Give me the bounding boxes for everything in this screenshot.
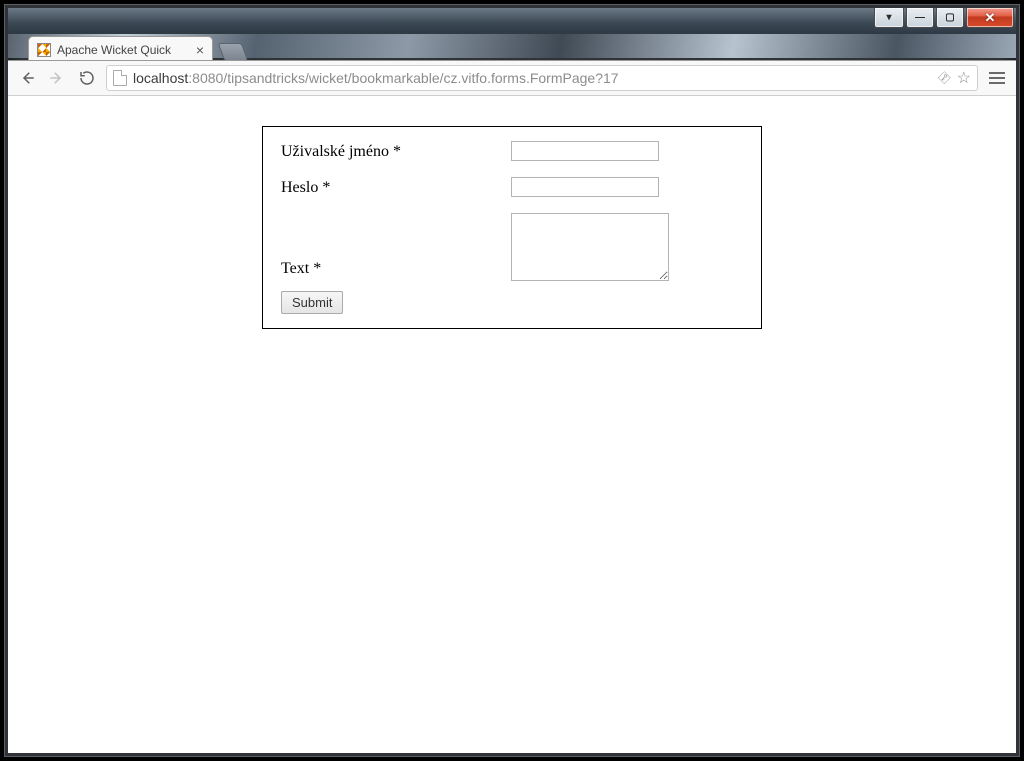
hamburger-icon: [989, 72, 1005, 74]
bookmark-star-icon[interactable]: ☆: [957, 68, 971, 88]
page-icon: [113, 70, 127, 86]
text-textarea[interactable]: [511, 213, 669, 281]
new-tab-button[interactable]: [218, 43, 249, 61]
window-gadget-button[interactable]: ▾: [874, 8, 904, 28]
window-minimize-button[interactable]: —: [906, 8, 934, 28]
saved-password-icon[interactable]: ⚿: [935, 69, 953, 87]
arrow-right-icon: [48, 69, 66, 87]
chrome-menu-button[interactable]: [986, 67, 1008, 89]
window-maximize-button[interactable]: ▢: [936, 8, 964, 28]
reload-icon: [78, 69, 96, 87]
url-path: :8080/tipsandtricks/wicket/bookmarkable/…: [188, 70, 618, 86]
nav-forward-button[interactable]: [46, 67, 68, 89]
tab-strip: Apache Wicket Quick ×: [8, 34, 1016, 62]
window-titlebar: ▾ — ▢ ✕: [8, 8, 1016, 34]
tab-title: Apache Wicket Quick: [57, 43, 190, 57]
username-label: Uživalské jméno *: [281, 141, 511, 161]
nav-reload-button[interactable]: [76, 67, 98, 89]
password-input[interactable]: [511, 177, 659, 197]
address-bar[interactable]: localhost:8080/tipsandtricks/wicket/book…: [106, 65, 978, 91]
gadget-icon: ▾: [886, 13, 891, 23]
close-icon: ✕: [985, 11, 996, 24]
favicon-icon: [37, 43, 51, 57]
page-viewport: Uživalské jméno * Heslo * Text * Submit: [8, 96, 1016, 753]
password-label: Heslo *: [281, 177, 511, 197]
tab-close-icon[interactable]: ×: [196, 43, 204, 57]
maximize-icon: ▢: [945, 13, 954, 23]
form-container: Uživalské jméno * Heslo * Text * Submit: [262, 126, 762, 329]
minimize-icon: —: [915, 13, 925, 23]
arrow-left-icon: [18, 69, 36, 87]
url-host: localhost: [133, 70, 188, 86]
nav-back-button[interactable]: [16, 67, 38, 89]
browser-tab[interactable]: Apache Wicket Quick ×: [28, 36, 213, 62]
window-close-button[interactable]: ✕: [966, 8, 1014, 28]
username-input[interactable]: [511, 141, 659, 161]
submit-button[interactable]: Submit: [281, 291, 343, 314]
browser-toolbar: localhost:8080/tipsandtricks/wicket/book…: [8, 60, 1016, 96]
text-label: Text *: [281, 258, 511, 281]
